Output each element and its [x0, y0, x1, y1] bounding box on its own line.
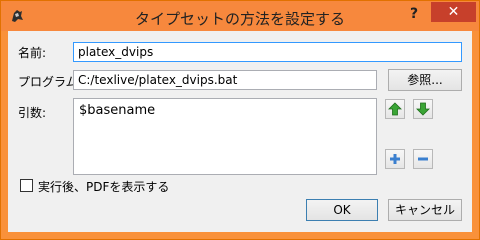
- remove-argument-button[interactable]: [413, 149, 433, 169]
- arguments-list[interactable]: $basename: [73, 98, 377, 175]
- cancel-button[interactable]: キャンセル: [388, 199, 462, 221]
- help-button[interactable]: ?: [399, 3, 429, 25]
- title-bar[interactable]: タイプセットの方法を設定する ? ✕: [1, 1, 479, 31]
- close-button[interactable]: ✕: [431, 2, 476, 22]
- program-input[interactable]: C:/texlive/platex_dvips.bat: [73, 70, 377, 90]
- ok-button[interactable]: OK: [306, 199, 378, 221]
- cancel-button-label: キャンセル: [394, 203, 455, 217]
- name-input[interactable]: platex_dvips: [73, 42, 462, 62]
- dialog-body: 名前: platex_dvips プログラム: C:/texlive/plate…: [8, 31, 472, 232]
- move-up-button[interactable]: [385, 99, 405, 119]
- browse-button-label: 参照...: [407, 73, 443, 87]
- show-pdf-checkbox[interactable]: [20, 179, 33, 192]
- ok-button-label: OK: [333, 203, 351, 217]
- dialog-window: タイプセットの方法を設定する ? ✕ 名前: platex_dvips プログラ…: [0, 0, 480, 240]
- arguments-list-item[interactable]: $basename: [79, 103, 155, 118]
- move-down-button[interactable]: [413, 99, 433, 119]
- arguments-label: 引数:: [18, 106, 47, 120]
- add-argument-button[interactable]: [385, 149, 405, 169]
- browse-button[interactable]: 参照...: [388, 69, 462, 91]
- show-pdf-label: 実行後、PDFを表示する: [38, 180, 170, 194]
- name-label: 名前:: [18, 46, 47, 60]
